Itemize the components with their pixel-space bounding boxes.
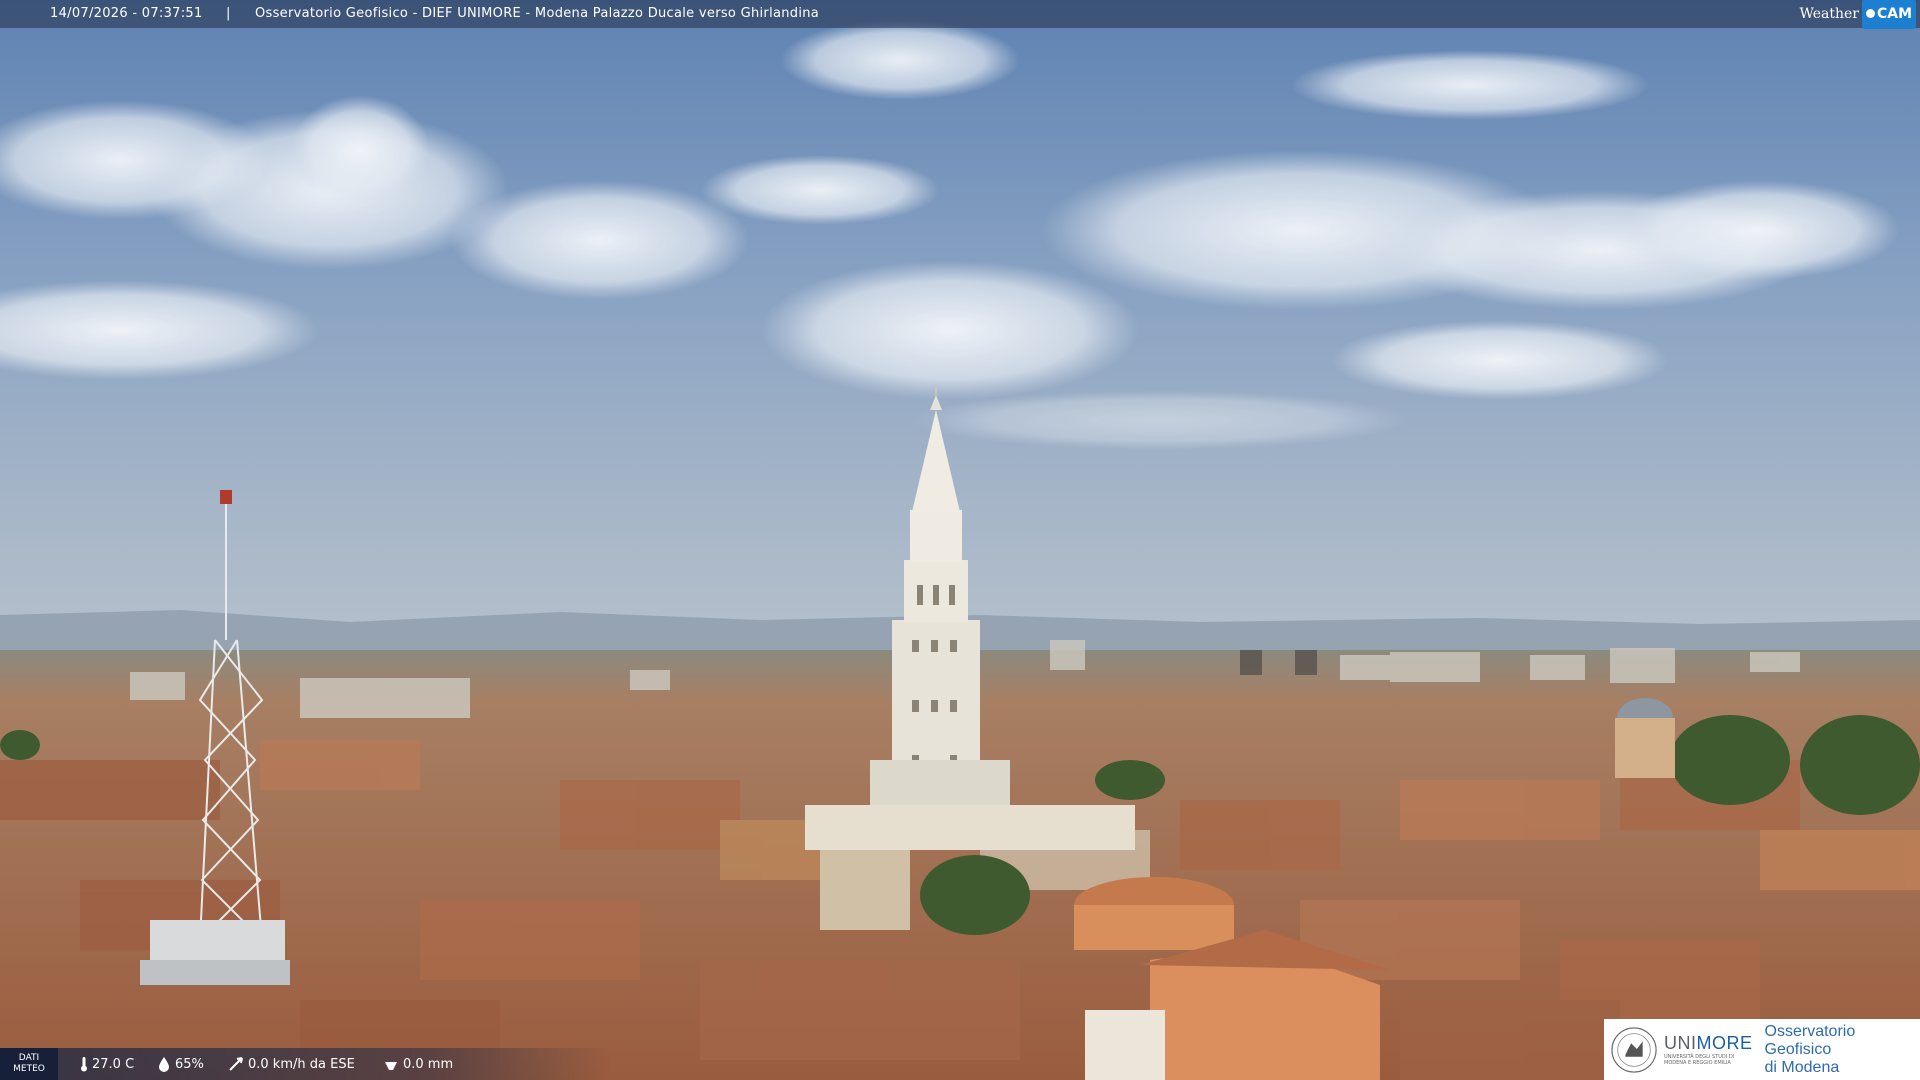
observatory-name-line1: Osservatorio Geofisico — [1764, 1022, 1856, 1058]
humidity-reading: 65% — [157, 1056, 204, 1072]
temperature-reading: 27.0 C — [80, 1056, 134, 1072]
antenna-base — [140, 920, 290, 985]
meteo-label: DATI METEO — [0, 1048, 58, 1080]
webcam-frame: 14/07/2026 - 07:37:51 | Osservatorio Geo… — [0, 0, 1920, 1080]
weathercam-logo: Weather CAM — [1799, 0, 1916, 29]
unimore-wordmark: UNIMORE UNIVERSITÀ DEGLI STUDI DI MODENA… — [1664, 1033, 1753, 1066]
university-seal-icon — [1611, 1026, 1657, 1073]
meteo-label-line1: DATI — [18, 1053, 40, 1063]
weathercam-logo-text: Weather — [1799, 6, 1859, 22]
city-panorama-image — [0, 0, 1920, 1080]
unimore-full-name: UNIVERSITÀ DEGLI STUDI DI MODENA E REGGI… — [1664, 1054, 1735, 1066]
humidity-value: 65% — [175, 1056, 204, 1072]
thermometer-icon — [81, 1057, 87, 1072]
unimore-name-part2: MORE — [1696, 1033, 1753, 1053]
weathercam-logo-badge-text: CAM — [1876, 6, 1912, 22]
wind-value: 0.0 km/h da ESE — [248, 1056, 355, 1072]
webcam-info-bar: 14/07/2026 - 07:37:51 | Osservatorio Geo… — [0, 0, 1920, 29]
separator: | — [226, 6, 231, 21]
raindrop-icon — [1865, 9, 1875, 18]
camera-caption: Osservatorio Geofisico - DIEF UNIMORE - … — [255, 6, 820, 21]
rain-reading: 0.0 mm — [383, 1056, 453, 1072]
rain-gauge-icon — [385, 1062, 397, 1070]
wind-reading: 0.0 km/h da ESE — [228, 1056, 355, 1072]
temperature-value: 27.0 C — [92, 1056, 135, 1072]
observatory-name: Osservatorio Geofisico di Modena — [1765, 1023, 1920, 1077]
right-dome — [1615, 698, 1675, 778]
capture-timestamp: 14/07/2026 - 07:37:51 — [50, 6, 203, 21]
rain-value: 0.0 mm — [403, 1056, 454, 1072]
meteo-data-bar: DATI METEO 27.0 C 65% 0.0 km/h da ESE 0.… — [0, 1048, 610, 1080]
unimore-name-part1: UNI — [1664, 1033, 1697, 1053]
meteo-label-line2: METEO — [13, 1064, 45, 1074]
unimore-name: UNIMORE — [1664, 1033, 1753, 1054]
wind-vane-icon — [229, 1057, 243, 1071]
unimore-branding: UNIMORE UNIVERSITÀ DEGLI STUDI DI MODENA… — [1604, 1019, 1920, 1080]
weathercam-logo-badge: CAM — [1861, 0, 1916, 29]
humidity-drop-icon — [159, 1057, 169, 1072]
observatory-name-line2: di Modena — [1764, 1058, 1840, 1076]
